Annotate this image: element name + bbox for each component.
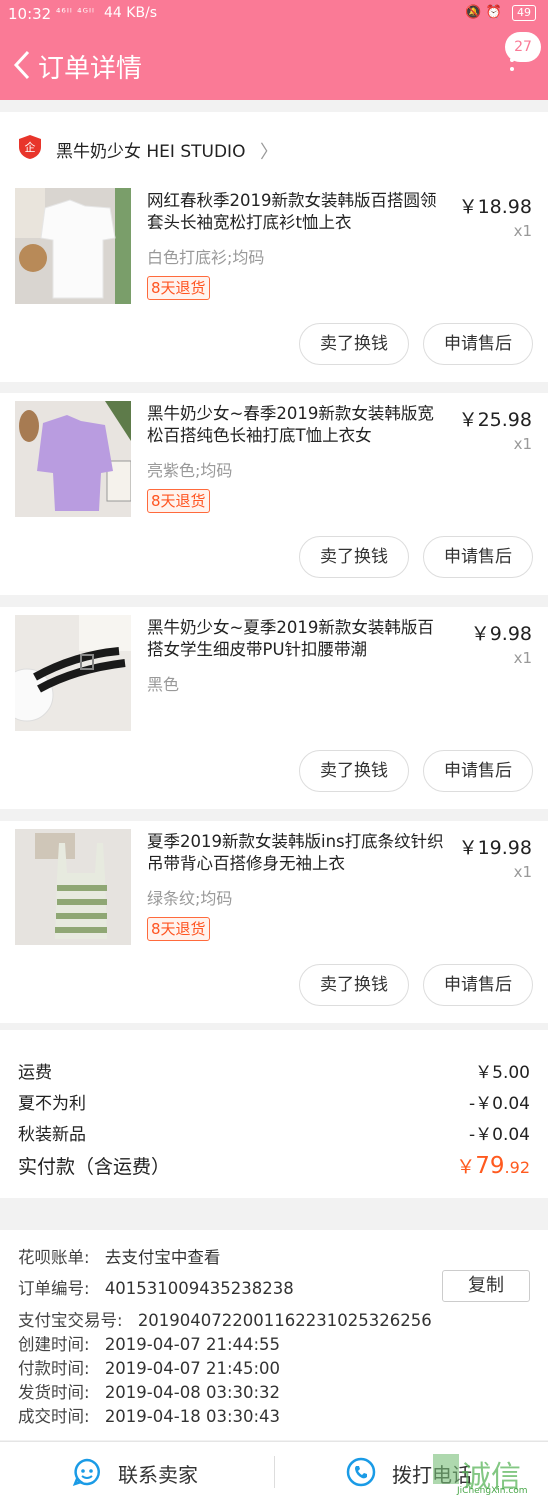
back-button[interactable]	[10, 48, 40, 82]
huabei-link[interactable]: 去支付宝中查看	[105, 1248, 221, 1267]
return-policy-badge: 8天退货	[147, 276, 210, 300]
product-image[interactable]	[15, 188, 131, 304]
product-price: ￥25.98	[458, 409, 532, 431]
paid-label: 付款时间:	[18, 1359, 90, 1378]
alipay-value: 2019040722001162231025326256	[137, 1311, 432, 1330]
created-label: 创建时间:	[18, 1335, 90, 1354]
huabei-row: 花呗账单: 去支付宝中查看	[18, 1244, 220, 1268]
product-sku: 黑色	[147, 675, 180, 694]
paid-value: 2019-04-07 21:45:00	[104, 1359, 281, 1378]
product-image[interactable]	[15, 829, 131, 945]
status-bar: 10:32 ⁴⁶ᴵˡ ⁴ᴳᴵˡ 44 KB/s 🔕 ⏰ 49	[0, 0, 548, 30]
product-title[interactable]: 网红春秋季2019新款女装韩版百搭圆领套头长袖宽松打底衫t恤上衣	[147, 190, 447, 234]
shop-header[interactable]: 企 黑牛奶少女 HEI STUDIO 〉	[0, 112, 548, 180]
product-title[interactable]: 夏季2019新款女装韩版ins打底条纹针织吊带背心百搭修身无袖上衣	[147, 831, 447, 875]
total-currency: ￥	[456, 1156, 476, 1178]
order-item[interactable]: 黑牛奶少女~夏季2019新款女装韩版百搭女学生细皮带PU针扣腰带潮 ￥9.98 …	[0, 607, 548, 809]
battery-icon: 49	[512, 5, 536, 21]
completed-row: 成交时间: 2019-04-18 03:30:43	[18, 1403, 280, 1427]
order-number-row: 订单编号: 401531009435238238	[18, 1275, 294, 1299]
return-policy-badge: 8天退货	[147, 917, 210, 941]
product-price: ￥18.98	[458, 196, 532, 218]
page-title: 订单详情	[38, 54, 143, 84]
discount-value: -￥0.04	[469, 1094, 530, 1114]
svg-text:企: 企	[25, 140, 36, 154]
product-quantity: x1	[513, 649, 532, 667]
sell-exchange-button[interactable]: 卖了换钱	[299, 536, 409, 578]
after-sale-button[interactable]: 申请售后	[423, 323, 533, 365]
after-sale-button[interactable]: 申请售后	[423, 750, 533, 792]
total-decimal: .92	[504, 1158, 530, 1177]
shipped-row: 发货时间: 2019-04-08 03:30:32	[18, 1379, 280, 1403]
mute-icon: 🔕	[465, 5, 482, 20]
after-sale-button[interactable]: 申请售后	[423, 536, 533, 578]
product-title[interactable]: 黑牛奶少女~春季2019新款女装韩版宽松百搭纯色长袖打底T恤上衣女	[147, 403, 447, 447]
order-number-label: 订单编号:	[18, 1279, 90, 1298]
shop-name: 黑牛奶少女 HEI STUDIO	[56, 142, 246, 162]
discount-label: 秋装新品	[18, 1125, 86, 1145]
shipped-label: 发货时间:	[18, 1383, 90, 1402]
huabei-label: 花呗账单:	[18, 1248, 90, 1267]
product-quantity: x1	[513, 435, 532, 453]
chevron-left-icon	[13, 50, 30, 80]
product-price: ￥9.98	[470, 623, 532, 645]
product-image[interactable]	[15, 615, 131, 731]
tmall-shop-icon: 企	[19, 135, 41, 159]
dot-icon	[510, 58, 514, 62]
watermark-logo: 诚信 JiChengXin.com	[433, 1450, 545, 1498]
network-speed: 44 KB/s	[104, 5, 158, 21]
alipay-label: 支付宝交易号:	[18, 1311, 123, 1330]
total-label: 实付款（含运费）	[18, 1156, 171, 1178]
sell-exchange-button[interactable]: 卖了换钱	[299, 750, 409, 792]
divider	[274, 1456, 275, 1488]
status-time: 10:32	[8, 5, 52, 23]
completed-value: 2019-04-18 03:30:43	[104, 1407, 281, 1426]
product-quantity: x1	[513, 222, 532, 240]
return-policy-badge: 8天退货	[147, 489, 210, 513]
product-image[interactable]	[15, 401, 131, 517]
watermark-icon	[433, 1454, 459, 1484]
shipped-value: 2019-04-08 03:30:32	[104, 1383, 281, 1402]
order-item[interactable]: 网红春秋季2019新款女装韩版百搭圆领套头长袖宽松打底衫t恤上衣 ￥18.98 …	[0, 180, 548, 382]
sell-exchange-button[interactable]: 卖了换钱	[299, 964, 409, 1006]
more-menu-button[interactable]	[500, 58, 524, 82]
product-price: ￥19.98	[458, 837, 532, 859]
cost-summary: 运费 ￥5.00 夏不为利 -￥0.04 秋装新品 -￥0.04 实付款（含运费…	[0, 1030, 548, 1198]
phone-icon	[346, 1457, 376, 1487]
alarm-icon: ⏰	[485, 5, 502, 20]
order-number-value: 401531009435238238	[104, 1279, 294, 1298]
total-integer: 79	[475, 1153, 505, 1179]
chat-icon	[72, 1458, 100, 1487]
chevron-right-icon: 〉	[260, 142, 278, 163]
discount-value: -￥0.04	[469, 1125, 530, 1145]
status-icons: 🔕 ⏰ 49	[465, 5, 536, 21]
discount-label: 夏不为利	[18, 1094, 86, 1114]
order-item[interactable]: 夏季2019新款女装韩版ins打底条纹针织吊带背心百搭修身无袖上衣 ￥19.98…	[0, 821, 548, 1023]
contact-seller-button[interactable]: 联系卖家	[72, 1454, 232, 1490]
after-sale-button[interactable]: 申请售后	[423, 964, 533, 1006]
completed-label: 成交时间:	[18, 1407, 90, 1426]
product-title[interactable]: 黑牛奶少女~夏季2019新款女装韩版百搭女学生细皮带PU针扣腰带潮	[147, 617, 447, 661]
paid-row: 付款时间: 2019-04-07 21:45:00	[18, 1355, 280, 1379]
alipay-row: 支付宝交易号: 2019040722001162231025326256	[18, 1307, 432, 1331]
shipping-value: ￥5.00	[475, 1063, 530, 1083]
product-sku: 绿条纹;均码	[147, 889, 233, 908]
shipping-label: 运费	[18, 1063, 52, 1083]
created-value: 2019-04-07 21:44:55	[104, 1335, 281, 1354]
product-sku: 亮紫色;均码	[147, 461, 233, 480]
order-item[interactable]: 黑牛奶少女~春季2019新款女装韩版宽松百搭纯色长袖打底T恤上衣女 ￥25.98…	[0, 393, 548, 595]
copy-button[interactable]: 复制	[442, 1270, 530, 1302]
sell-exchange-button[interactable]: 卖了换钱	[299, 323, 409, 365]
dot-icon	[510, 67, 514, 71]
contact-seller-label: 联系卖家	[118, 1463, 198, 1487]
header: 订单详情 27	[0, 30, 548, 100]
watermark-url: JiChengXin.com	[457, 1486, 528, 1496]
created-row: 创建时间: 2019-04-07 21:44:55	[18, 1331, 280, 1355]
order-info: 花呗账单: 去支付宝中查看 订单编号: 401531009435238238 复…	[0, 1230, 548, 1440]
signal-icon: ⁴⁶ᴵˡ ⁴ᴳᴵˡ	[56, 6, 95, 19]
product-quantity: x1	[513, 863, 532, 881]
total-value: ￥79.92	[456, 1152, 530, 1179]
product-sku: 白色打底衫;均码	[147, 248, 265, 267]
